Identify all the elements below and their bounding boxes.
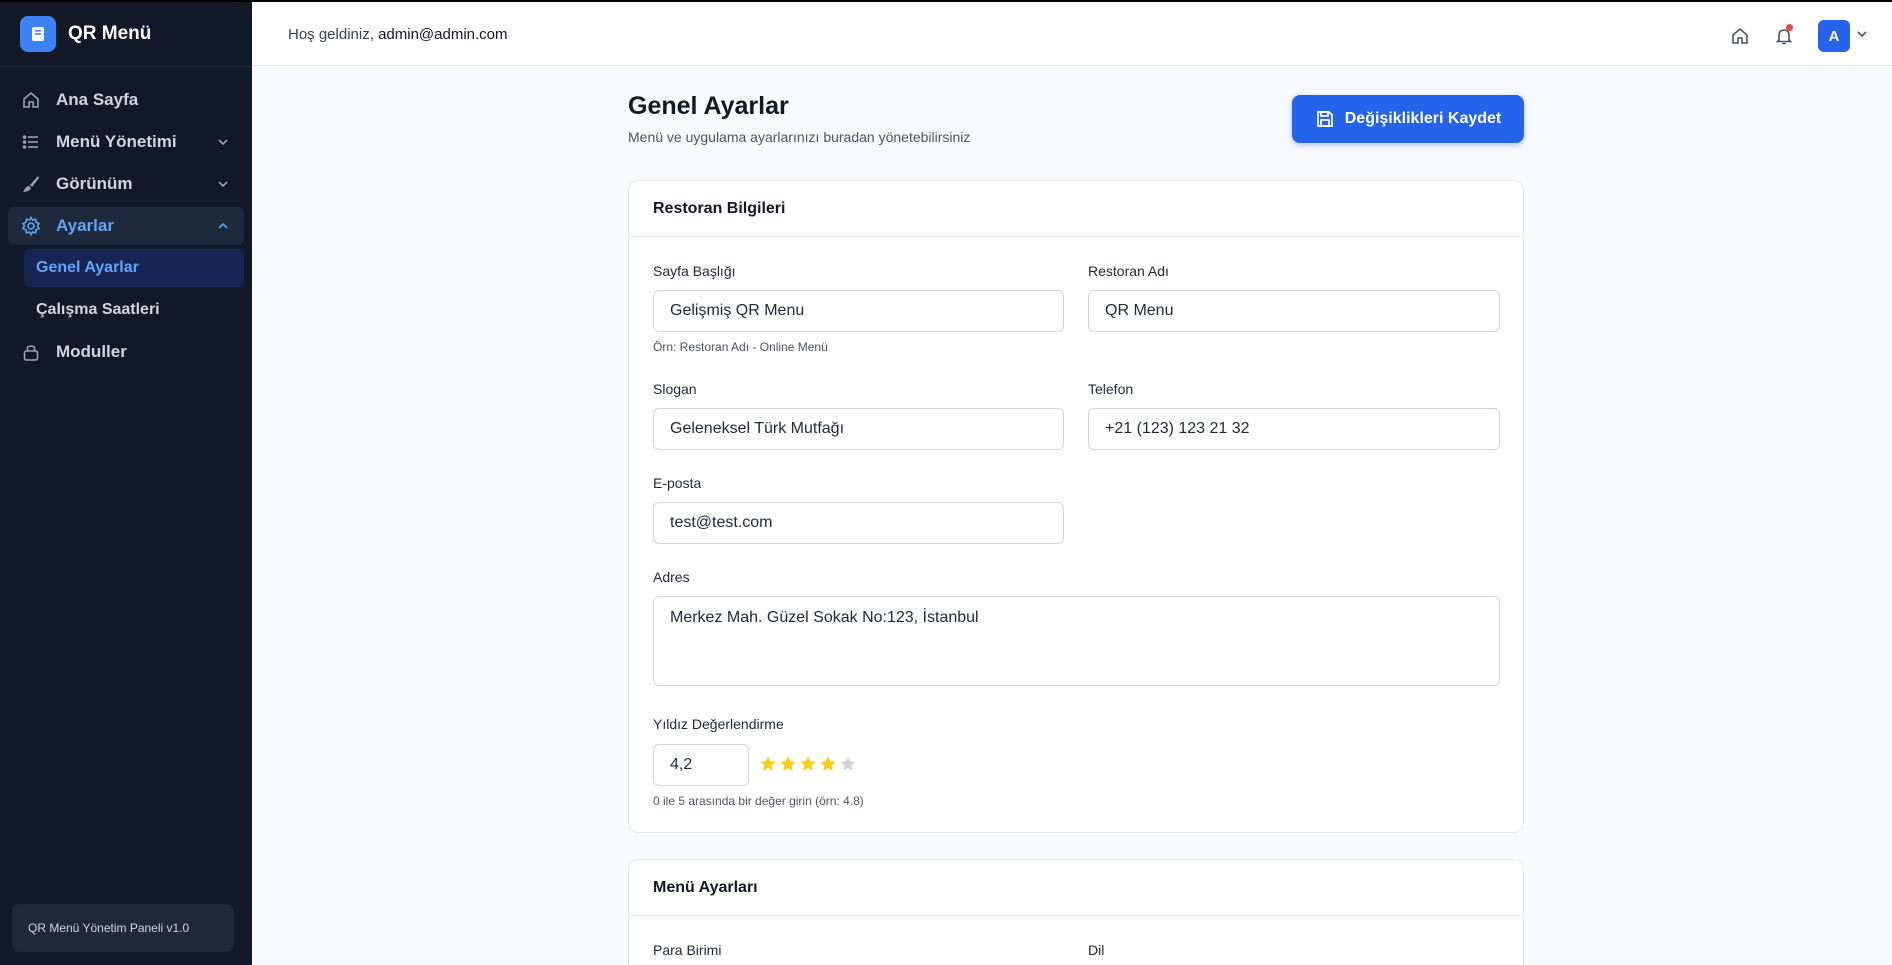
welcome-prefix: Hoş geldiniz, — [288, 26, 374, 43]
address-label: Adres — [653, 569, 690, 585]
phone-label: Telefon — [1088, 381, 1134, 397]
sidebar-item-label: Ana Sayfa — [56, 90, 139, 109]
sidebar-item-label: Ayarlar — [56, 216, 114, 235]
sidebar: QR Menü Ana Sayfa Menü Yönetimi Görünüm — [0, 0, 252, 965]
home-icon[interactable] — [1726, 22, 1754, 50]
card-heading: Restoran Bilgileri — [629, 181, 1523, 237]
star-filled-icon — [760, 756, 776, 771]
sidebar-item-label: Moduller — [56, 342, 127, 361]
sidebar-item-label: Görünüm — [56, 174, 133, 193]
brand: QR Menü — [0, 2, 252, 67]
gear-icon — [20, 215, 42, 237]
email-input[interactable]: test@test.com — [653, 502, 1064, 544]
chevron-down-icon[interactable] — [1856, 27, 1868, 45]
settings-submenu: Genel Ayarlar Çalışma Saatleri — [8, 249, 244, 329]
rating-hint: 0 ile 5 arasında bir değer girin (örn: 4… — [653, 794, 864, 808]
page-title-label: Sayfa Başlığı — [653, 263, 736, 279]
language-label: Dil — [1088, 942, 1105, 958]
restaurant-name-input[interactable]: QR Menu — [1088, 290, 1500, 332]
lock-icon — [20, 341, 42, 363]
star-filled-icon — [780, 756, 796, 771]
sidebar-item-moduller[interactable]: Moduller — [8, 333, 244, 371]
rating-input[interactable]: 4,2 — [653, 744, 749, 786]
rating-label: Yıldız Değerlendirme — [653, 716, 784, 732]
page-title-input[interactable]: Gelişmiş QR Menu — [653, 290, 1064, 332]
avatar[interactable]: A — [1818, 20, 1850, 52]
currency-label: Para Birimi — [653, 942, 722, 958]
list-icon — [20, 131, 42, 153]
star-filled-icon — [820, 756, 836, 771]
slogan-label: Slogan — [653, 381, 697, 397]
chevron-down-icon — [216, 176, 230, 196]
menu-settings-card: Menü Ayarları Para Birimi Dil — [628, 859, 1524, 965]
sidebar-item-label: Menü Yönetimi — [56, 132, 177, 151]
sidebar-footer: QR Menü Yönetim Paneli v1.0 — [12, 904, 234, 952]
brush-icon — [20, 173, 42, 195]
home-icon — [20, 89, 42, 111]
sidebar-item-ayarlar[interactable]: Ayarlar — [8, 207, 244, 245]
sidebar-subitem-genel-ayarlar[interactable]: Genel Ayarlar — [24, 249, 244, 287]
phone-input[interactable]: +21 (123) 123 21 32 — [1088, 408, 1500, 450]
book-icon — [20, 16, 56, 52]
page-title: Genel Ayarlar — [628, 92, 789, 120]
page-subtitle: Menü ve uygulama ayarlarınızı buradan yö… — [628, 129, 971, 145]
brand-title: QR Menü — [68, 23, 152, 44]
star-empty-icon — [840, 756, 856, 771]
sidebar-subitem-calisma-saatleri[interactable]: Çalışma Saatleri — [24, 291, 244, 329]
star-filled-icon — [800, 756, 816, 771]
restaurant-info-card: Restoran Bilgileri Sayfa Başlığı Gelişmi… — [628, 180, 1524, 833]
sidebar-nav: Ana Sayfa Menü Yönetimi Görünüm Ayarlar … — [0, 67, 252, 389]
notification-dot — [1786, 24, 1793, 31]
save-icon — [1316, 111, 1333, 127]
save-button[interactable]: Değişiklikleri Kaydet — [1292, 95, 1524, 143]
sidebar-item-ana-sayfa[interactable]: Ana Sayfa — [8, 81, 244, 119]
sidebar-item-menu-yonetimi[interactable]: Menü Yönetimi — [8, 123, 244, 161]
star-rating — [759, 755, 859, 773]
topbar-actions: A — [1710, 20, 1868, 52]
sidebar-item-gorunum[interactable]: Görünüm — [8, 165, 244, 203]
chevron-up-icon — [216, 218, 230, 238]
email-label: E-posta — [653, 475, 702, 491]
save-button-label: Değişiklikleri Kaydet — [1344, 110, 1502, 127]
welcome-email: admin@admin.com — [378, 26, 508, 43]
welcome-text: Hoş geldiniz, admin@admin.com — [288, 26, 508, 43]
chevron-down-icon — [216, 134, 230, 154]
card-heading: Menü Ayarları — [629, 860, 1523, 916]
slogan-input[interactable]: Geleneksel Türk Mutfağı — [653, 408, 1064, 450]
topbar: Hoş geldiniz, admin@admin.com A — [252, 0, 1892, 66]
bell-icon[interactable] — [1770, 22, 1798, 50]
page-title-hint: Örn: Restoran Adı - Online Menü — [653, 340, 828, 354]
restaurant-name-label: Restoran Adı — [1088, 263, 1169, 279]
address-textarea[interactable]: Merkez Mah. Güzel Sokak No:123, İstanbul — [653, 596, 1500, 686]
